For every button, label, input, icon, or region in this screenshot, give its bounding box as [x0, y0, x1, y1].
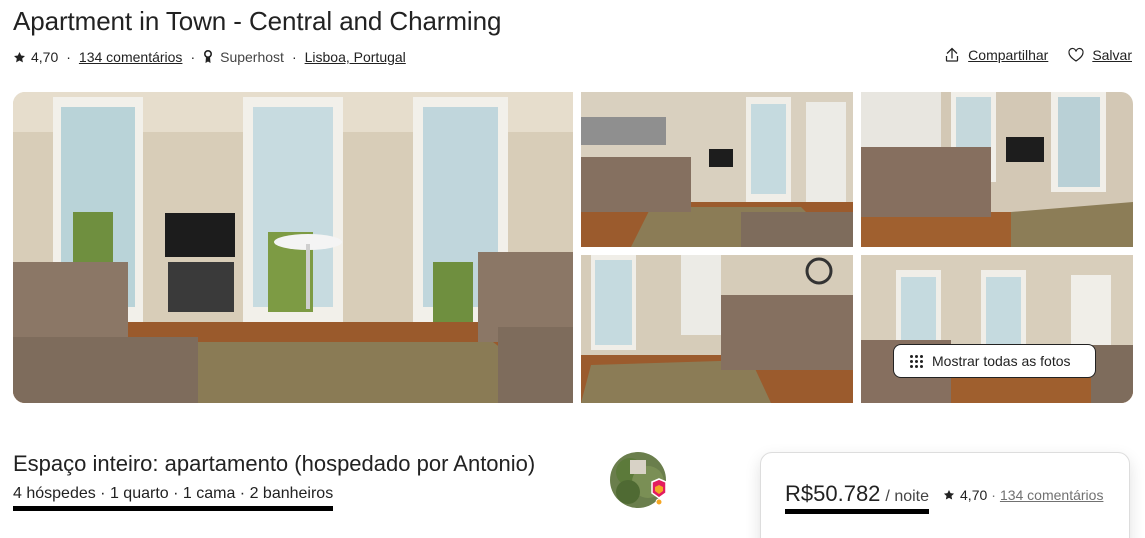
share-label: Compartilhar	[968, 47, 1049, 63]
living-room-photo	[861, 255, 1133, 403]
living-room-photo	[861, 92, 1133, 247]
listing-overview-details: 4 hóspedes · 1 quarto · 1 cama · 2 banhe…	[13, 485, 334, 511]
star-icon	[943, 489, 955, 500]
photo-main[interactable]	[13, 92, 573, 403]
heart-icon	[1068, 47, 1084, 62]
photo-4[interactable]	[581, 255, 853, 403]
living-room-photo	[581, 92, 853, 247]
superhost-badge-icon	[651, 478, 667, 506]
save-button[interactable]: Salvar	[1068, 47, 1132, 63]
star-icon	[14, 51, 25, 62]
booking-rating: 4,70 · 134 comentários	[943, 487, 1103, 503]
separator: ·	[991, 487, 996, 503]
living-room-photo	[581, 255, 853, 403]
listing-summary-row: 4,70 · 134 comentários · Superhost · Lis…	[13, 47, 406, 67]
price-wrapper: R$50.782 / noite	[785, 481, 930, 514]
per-night-label: / noite	[885, 488, 930, 505]
superhost-medal-icon	[204, 50, 213, 63]
booking-reviews-link[interactable]: 134 comentários	[1000, 487, 1104, 503]
separator: ·	[291, 49, 297, 65]
photo-2[interactable]	[581, 92, 853, 247]
reviews-link[interactable]: 134 comentários	[79, 49, 183, 65]
nightly-price: R$50.782	[785, 481, 881, 506]
show-all-photos-button[interactable]: Mostrar todas as fotos	[893, 344, 1096, 378]
grid-dots-icon	[910, 354, 923, 368]
separator: ·	[190, 49, 196, 65]
booking-rating-value: 4,70	[960, 487, 988, 503]
separator: ·	[66, 49, 71, 65]
price-row: R$50.782 / noite 4,70 · 134 comentários	[785, 481, 1103, 514]
share-button[interactable]: Compartilhar	[944, 47, 1048, 63]
superhost-label: Superhost	[220, 49, 284, 65]
listing-title: Apartment in Town - Central and Charming	[13, 6, 502, 36]
photo-3[interactable]	[861, 92, 1133, 247]
booking-card: R$50.782 / noite 4,70 · 134 comentários	[760, 452, 1130, 538]
living-room-photo	[13, 92, 573, 403]
save-label: Salvar	[1092, 47, 1132, 63]
header-actions: Compartilhar Salvar	[944, 47, 1132, 63]
location-link[interactable]: Lisboa, Portugal	[305, 49, 406, 65]
rating-value: 4,70	[31, 49, 59, 65]
photo-5[interactable]	[861, 255, 1133, 403]
listing-overview-title: Espaço inteiro: apartamento (hospedado p…	[13, 451, 536, 476]
show-all-photos-label: Mostrar todas as fotos	[932, 353, 1071, 369]
share-icon	[946, 47, 959, 62]
